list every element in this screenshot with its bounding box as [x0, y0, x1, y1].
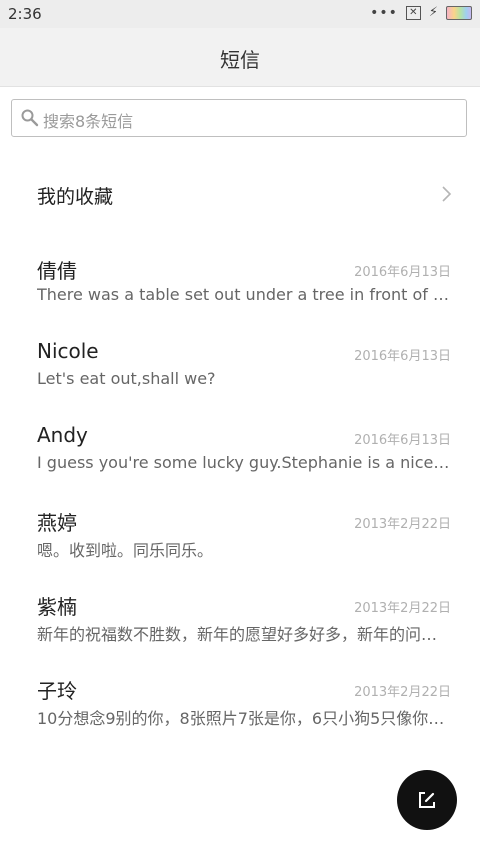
status-time: 2:36 — [8, 5, 42, 23]
conversation-preview: Let's eat out,shall we? — [37, 369, 216, 388]
conversation-date: 2013年2月22日 — [354, 601, 451, 616]
compose-icon — [419, 792, 435, 808]
conversation-name: Andy — [37, 423, 88, 447]
chevron-right-icon — [442, 186, 452, 202]
conversation-preview: There was a table set out under a tree i… — [37, 285, 453, 304]
status-bar: 2:36 ••• ✕ ⚡ — [0, 0, 480, 28]
status-icons: ••• ✕ ⚡ — [370, 5, 472, 20]
conversation-preview: 新年的祝福数不胜数，新年的愿望好多好多，新年的问候千言万语 — [37, 625, 453, 644]
conversation-date: 2016年6月13日 — [354, 265, 451, 280]
favorites-row[interactable]: 我的收藏 — [0, 160, 480, 228]
conversation-name: 燕婷 — [37, 511, 77, 535]
conversation-name: 紫楠 — [37, 595, 77, 619]
conversation-date: 2016年6月13日 — [354, 349, 451, 364]
x-box-icon: ✕ — [405, 5, 421, 20]
conversation-name: 子玲 — [37, 679, 77, 703]
conversation-date: 2013年2月22日 — [354, 685, 451, 700]
conversation-date: 2016年6月13日 — [354, 433, 451, 448]
conversation-item[interactable]: Nicole 2016年6月13日 Let's eat out,shall we… — [0, 339, 480, 423]
compose-button[interactable] — [397, 770, 457, 830]
conversation-item[interactable]: 子玲 2013年2月22日 10分想念9别的你，8张照片7张是你，6只小狗5只像… — [0, 675, 480, 759]
conversation-preview: 嗯。收到啦。同乐同乐。 — [37, 541, 214, 560]
battery-icon — [446, 5, 472, 20]
conversation-item[interactable]: 紫楠 2013年2月22日 新年的祝福数不胜数，新年的愿望好多好多，新年的问候千… — [0, 591, 480, 675]
conversation-name: 倩倩 — [37, 259, 77, 283]
search-placeholder: 搜索8条短信 — [43, 112, 134, 131]
page-title: 短信 — [220, 48, 260, 72]
conversation-preview: 10分想念9别的你，8张照片7张是你，6只小狗5只像你，4季如春 — [37, 709, 453, 728]
conversation-item[interactable]: 燕婷 2013年2月22日 嗯。收到啦。同乐同乐。 — [0, 507, 480, 591]
conversation-item[interactable]: 倩倩 2016年6月13日 There was a table set out … — [0, 255, 480, 339]
bolt-icon: ⚡ — [428, 5, 438, 20]
favorites-label: 我的收藏 — [37, 186, 114, 208]
app-header: 短信 — [0, 28, 480, 87]
conversation-preview: I guess you're some lucky guy.Stephanie … — [37, 453, 453, 472]
conversation-item[interactable]: Andy 2016年6月13日 I guess you're some luck… — [0, 423, 480, 507]
conversation-name: Nicole — [37, 339, 99, 363]
conversation-date: 2013年2月22日 — [354, 517, 451, 532]
search-input[interactable]: 搜索8条短信 — [11, 99, 467, 137]
search-icon — [21, 109, 39, 127]
more-dots-icon: ••• — [370, 4, 398, 21]
